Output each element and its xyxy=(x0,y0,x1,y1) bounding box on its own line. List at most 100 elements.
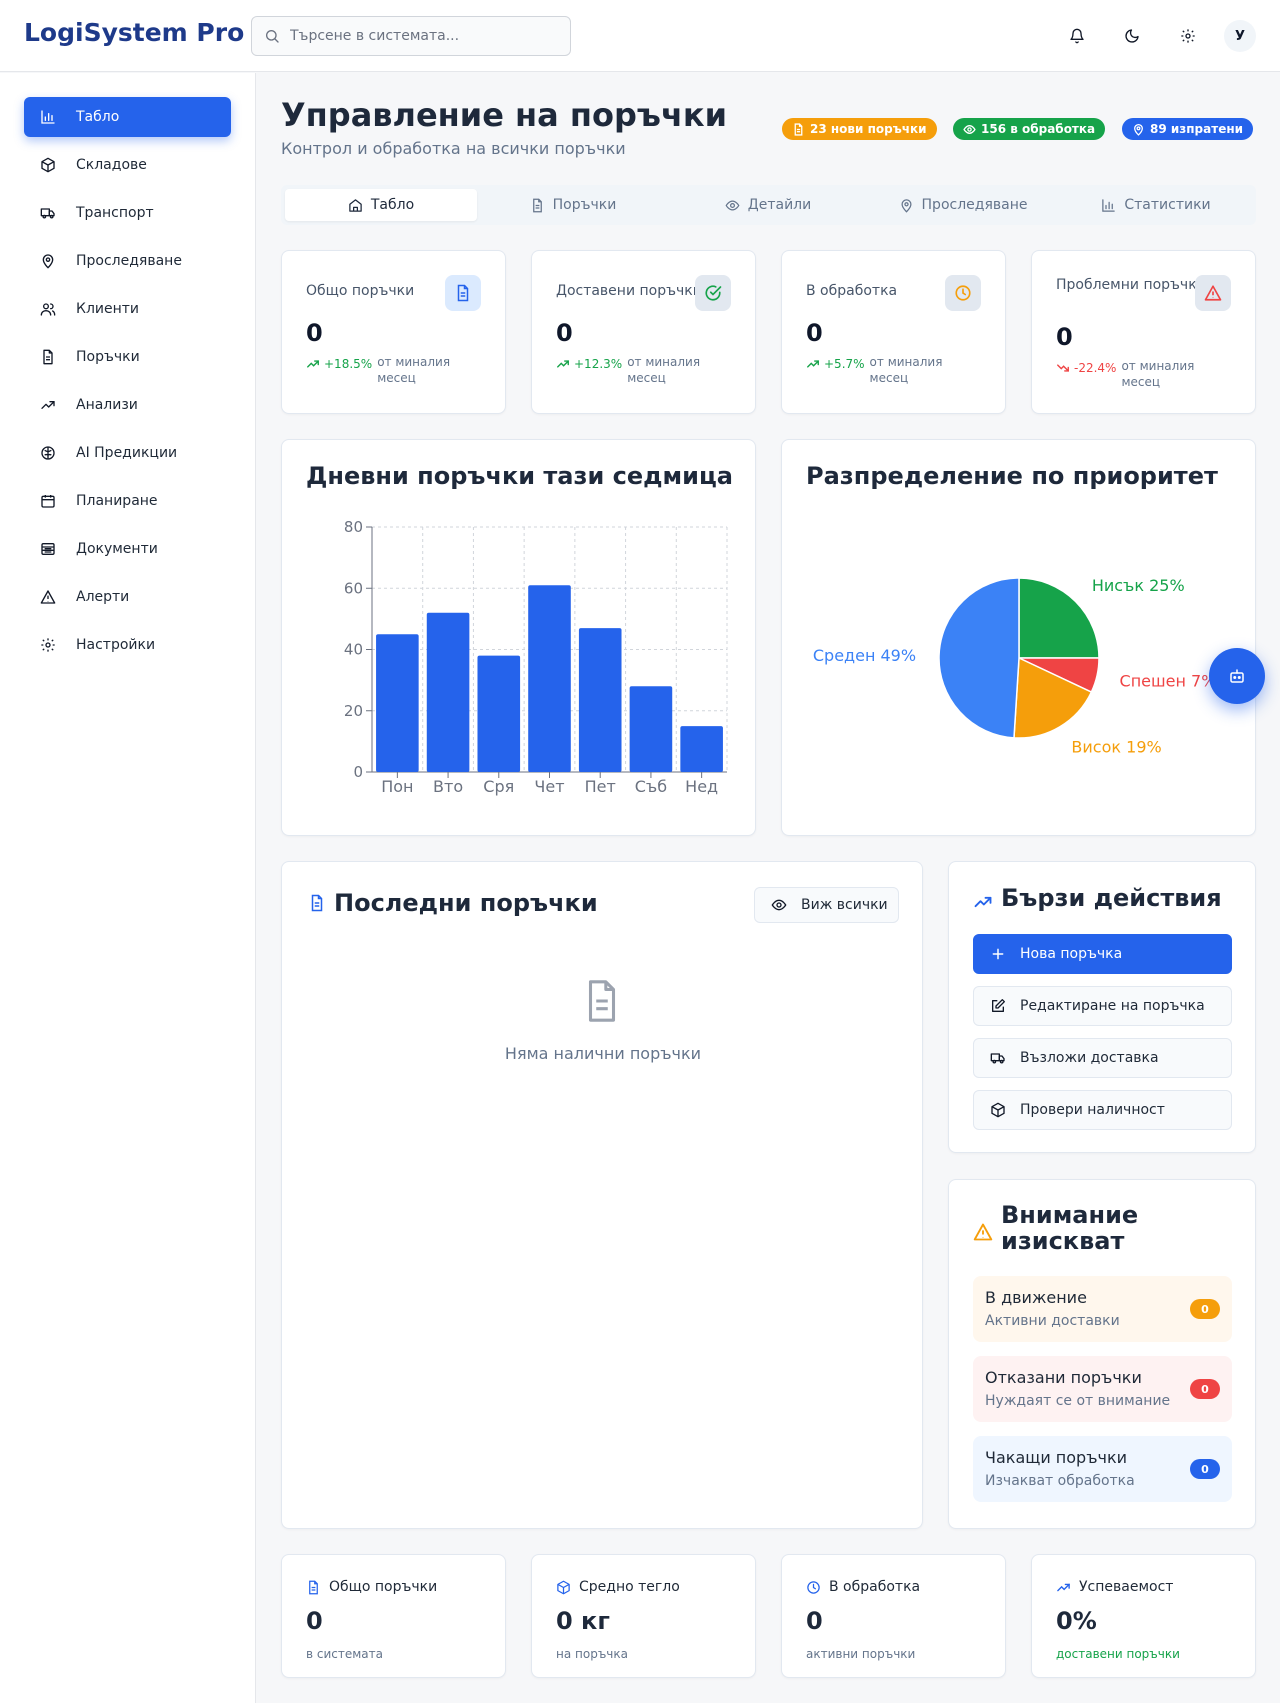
map-pin-icon xyxy=(1134,123,1143,136)
gear-icon xyxy=(1181,29,1195,43)
sidebar-item-analytics[interactable]: Анализи xyxy=(24,385,231,425)
sidebar-item-transport[interactable]: Транспорт xyxy=(24,193,231,233)
sidebar-item-clients[interactable]: Клиенти xyxy=(24,289,231,329)
archive-icon xyxy=(41,543,55,555)
tab-statistics[interactable]: Статистики xyxy=(1060,189,1252,221)
ai-assistant-button[interactable] xyxy=(1209,648,1265,704)
tab-details[interactable]: Детайли xyxy=(672,189,864,221)
new-order-button[interactable]: Нова поръчка xyxy=(973,934,1232,974)
top-bar: LogiSystem Pro У xyxy=(0,0,1280,72)
check-stock-button[interactable]: Провери наличност xyxy=(973,1090,1232,1130)
brain-icon xyxy=(41,446,55,460)
x-tick-label: Съб xyxy=(635,777,667,796)
stat-label: Доставени поръчки xyxy=(556,283,702,299)
priority-distribution-chart-card: Разпределение по приоритет Нисък 25% Спеш… xyxy=(781,439,1256,836)
eye-icon xyxy=(963,124,976,134)
assign-delivery-button[interactable]: Възложи доставка xyxy=(973,1038,1232,1078)
view-all-button[interactable]: Виж всички xyxy=(754,887,899,923)
sidebar-item-alerts[interactable]: Алерти xyxy=(24,577,231,617)
sidebar-item-label: Складове xyxy=(76,157,147,173)
bottom-stat-average-weight: Средно тегло 0 кг на поръчка xyxy=(531,1554,756,1678)
bot-icon xyxy=(1230,669,1244,683)
x-tick-label: Нед xyxy=(685,777,718,796)
file-icon xyxy=(457,284,469,302)
plus-icon xyxy=(992,948,1004,960)
bar-Сря xyxy=(477,655,521,772)
file-icon xyxy=(311,894,323,912)
y-tick-label: 0 xyxy=(353,763,363,781)
y-tick-label: 40 xyxy=(344,641,363,659)
recent-orders-card: Последни поръчки Виж всички Няма налични… xyxy=(281,861,923,1529)
sidebar-item-ai-predictions[interactable]: AI Предикции xyxy=(24,433,231,473)
bar-chart-icon xyxy=(1102,198,1116,212)
attention-card: Внимание изискват В движение Активни дос… xyxy=(948,1179,1256,1529)
notifications-button[interactable] xyxy=(1061,20,1093,52)
stat-trend: +5.7% от миналия месец xyxy=(806,354,950,386)
stat-card-processing: В обработка 0 +5.7% от миналия месец xyxy=(781,250,1006,414)
bar-Вто xyxy=(426,612,470,772)
x-tick-label: Пет xyxy=(585,777,616,796)
daily-orders-bar-chart: 0 20 40 60 80 Пон Вто Сря Чет Пет Съб Нед xyxy=(344,518,728,796)
stat-trend: -22.4% от миналия месец xyxy=(1056,358,1201,390)
tab-tracking[interactable]: Проследяване xyxy=(867,189,1059,221)
sidebar: Табло Складове Транспорт Проследяване Кл… xyxy=(0,73,256,1703)
stat-card-total-orders: Общо поръчки 0 +18.5% от миналия месец xyxy=(281,250,506,414)
settings-button[interactable] xyxy=(1172,20,1204,52)
eye-icon xyxy=(771,899,787,911)
sidebar-item-dashboard[interactable]: Табло xyxy=(24,97,231,137)
sidebar-item-warehouses[interactable]: Складове xyxy=(24,145,231,185)
stat-value: 0 xyxy=(806,319,823,347)
truck-icon xyxy=(40,208,55,219)
package-icon xyxy=(41,157,55,173)
x-tick-label: Сря xyxy=(483,777,514,796)
alert-pending-orders[interactable]: Чакащи поръчки Изчакват обработка 0 xyxy=(973,1436,1232,1502)
home-icon xyxy=(349,198,362,212)
alert-rejected-orders[interactable]: Отказани поръчки Нуждаят се от внимание … xyxy=(973,1356,1232,1422)
user-avatar[interactable]: У xyxy=(1224,20,1256,52)
stat-trend: +18.5% от миналия месец xyxy=(306,354,457,386)
empty-document-icon xyxy=(588,980,616,1022)
clock-icon xyxy=(955,285,971,301)
map-pin-icon xyxy=(42,254,54,269)
sidebar-item-orders[interactable]: Поръчки xyxy=(24,337,231,377)
users-icon xyxy=(40,303,56,316)
sidebar-item-label: Транспорт xyxy=(76,205,154,221)
bar-Пон xyxy=(376,634,419,772)
sidebar-item-label: Анализи xyxy=(76,397,138,413)
search-box[interactable] xyxy=(251,16,571,56)
trending-up-icon xyxy=(807,360,819,368)
tab-dashboard[interactable]: Табло xyxy=(285,189,477,221)
sidebar-item-planning[interactable]: Планиране xyxy=(24,481,231,521)
recent-orders-title: Последни поръчки xyxy=(334,889,598,917)
sidebar-item-tracking[interactable]: Проследяване xyxy=(24,241,231,281)
alert-in-transit[interactable]: В движение Активни доставки 0 xyxy=(973,1276,1232,1342)
brand-logo[interactable]: LogiSystem Pro xyxy=(24,18,244,47)
pie-label-Нисък: Нисък 25% xyxy=(1092,576,1185,595)
quick-actions-card: Бързи действия Нова поръчка Редактиране … xyxy=(948,861,1256,1153)
quick-actions-title: Бързи действия xyxy=(1001,884,1222,912)
sidebar-item-label: AI Предикции xyxy=(76,445,178,461)
sidebar-item-label: Табло xyxy=(76,109,120,125)
page-subtitle: Контрол и обработка на всички поръчки xyxy=(281,139,626,158)
sidebar-item-settings[interactable]: Настройки xyxy=(24,625,231,665)
stat-card-problem-orders: Проблемни поръчки 0 -22.4% от миналия ме… xyxy=(1031,250,1256,414)
sidebar-item-documents[interactable]: Документи xyxy=(24,529,231,569)
file-icon xyxy=(532,198,542,212)
trending-up-icon xyxy=(41,401,55,409)
x-tick-label: Чет xyxy=(534,777,564,796)
tab-orders[interactable]: Поръчки xyxy=(477,189,669,221)
warning-icon xyxy=(973,1223,993,1241)
sidebar-item-label: Настройки xyxy=(76,637,156,653)
search-input[interactable] xyxy=(290,28,550,44)
edit-order-button[interactable]: Редактиране на поръчка xyxy=(973,986,1232,1026)
stat-icon-box xyxy=(445,275,481,311)
y-tick-label: 60 xyxy=(344,579,363,597)
y-tick-label: 20 xyxy=(344,702,363,720)
eye-icon xyxy=(725,199,740,211)
pie-label-Среден: Среден 49% xyxy=(813,646,916,665)
trending-up-icon xyxy=(557,360,569,368)
daily-orders-chart-card: Дневни поръчки тази седмица 0 20 40 60 80 Пон… xyxy=(281,439,756,836)
search-icon xyxy=(266,30,279,43)
map-pin-icon xyxy=(901,198,912,213)
theme-toggle-button[interactable] xyxy=(1116,20,1148,52)
